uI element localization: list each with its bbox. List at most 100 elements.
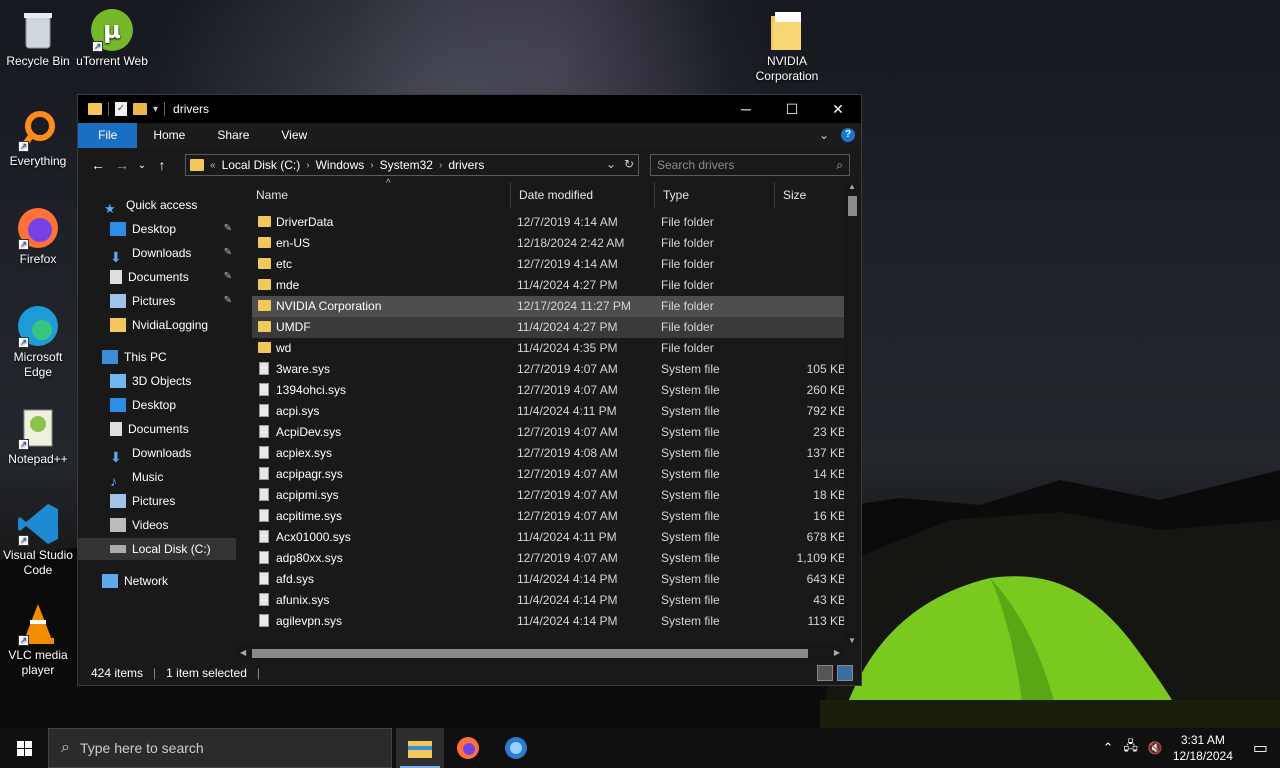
nav-pc-documents[interactable]: Documents [78,418,236,440]
column-header-type[interactable]: Type [655,182,775,208]
tab-file[interactable]: File [78,123,138,148]
desktop-icon-edge[interactable]: ↗ Microsoft Edge [0,304,76,380]
nav-pc-desktop[interactable]: Desktop [78,394,236,416]
address-dropdown-icon[interactable]: ⌄ [606,157,616,171]
table-row[interactable]: acpi.sys 11/4/2024 4:11 PM System file 792 … [252,401,846,422]
desktop-icon-recycle-bin[interactable]: Recycle Bin [0,8,76,69]
table-row[interactable]: UMDF 11/4/2024 4:27 PM File folder [252,317,846,338]
properties-icon[interactable]: ✓ [115,102,127,116]
refresh-icon[interactable]: ↻ [624,157,634,171]
table-row[interactable]: agilevpn.sys 11/4/2024 4:14 PM System file… [252,611,846,632]
nav-quick-access[interactable]: ★ Quick access [78,194,236,216]
search-input[interactable]: Search drivers ⌕ [650,154,850,176]
nav-network[interactable]: Network [78,570,236,592]
vertical-scrollbar[interactable]: ▲ ▼ [844,182,861,645]
breadcrumb-drivers[interactable]: drivers [448,158,484,172]
up-button[interactable]: ↑ [150,157,174,173]
table-row[interactable]: NVIDIA Corporation 12/17/2024 11:27 PM Fil… [252,296,846,317]
file-name: Acx01000.sys [276,530,351,544]
table-row[interactable]: etc 12/7/2019 4:14 AM File folder [252,254,846,275]
minimize-button[interactable]: ─ [723,95,769,123]
table-row[interactable]: acpiex.sys 12/7/2019 4:08 AM System file 13… [252,443,846,464]
desktop-icon-nvidia-folder[interactable]: NVIDIA Corporation [749,8,825,84]
network-icon[interactable]: 🖧 [1123,737,1138,759]
table-row[interactable]: 3ware.sys 12/7/2019 4:07 AM System file 105… [252,359,846,380]
column-header-date[interactable]: Date modified [511,182,655,208]
scroll-up-icon[interactable]: ▲ [848,182,856,191]
breadcrumb-separator[interactable]: › [370,160,373,171]
nav-music[interactable]: ♪ Music [78,466,236,489]
address-bar[interactable]: « Local Disk (C:) › Windows › System32 ›… [185,154,639,176]
nav-pictures[interactable]: Pictures ✎ [78,290,236,312]
table-row[interactable]: acpipmi.sys 12/7/2019 4:07 AM System file 1… [252,485,846,506]
table-row[interactable]: afd.sys 11/4/2024 4:14 PM System file 643 K… [252,569,846,590]
nav-this-pc[interactable]: This PC [78,346,236,368]
column-header-size[interactable]: Size [775,182,845,208]
desktop-icon-firefox[interactable]: ↗ Firefox [0,206,76,267]
nav-pc-downloads[interactable]: ⬇ Downloads [78,442,236,465]
nav-nvidialogging[interactable]: NvidiaLogging [78,314,236,336]
close-button[interactable]: ✕ [815,95,861,123]
breadcrumb-overflow[interactable]: « [210,160,216,171]
title-bar[interactable]: ✓ ▾ drivers ─ ☐ ✕ [78,95,861,123]
table-row[interactable]: 1394ohci.sys 12/7/2019 4:07 AM System file… [252,380,846,401]
taskbar-search-box[interactable]: ⌕ Type here to search [48,728,392,768]
new-folder-icon[interactable] [133,103,147,115]
volume-muted-icon[interactable]: 🔇 [1148,741,1163,755]
nav-3d-objects[interactable]: 3D Objects [78,370,236,392]
desktop-icon-utorrent[interactable]: µ ↗ uTorrent Web [74,8,150,69]
table-row[interactable]: en-US 12/18/2024 2:42 AM File folder [252,233,846,254]
breadcrumb-local-disk[interactable]: Local Disk (C:) [222,158,301,172]
breadcrumb-windows[interactable]: Windows [316,158,365,172]
taskbar-edge-beta[interactable] [492,728,540,768]
table-row[interactable]: mde 11/4/2024 4:27 PM File folder [252,275,846,296]
table-row[interactable]: afunix.sys 11/4/2024 4:14 PM System file 43… [252,590,846,611]
recent-locations-button[interactable]: ⌄ [134,160,150,171]
breadcrumb-separator[interactable]: › [439,160,442,171]
scroll-down-icon[interactable]: ▼ [848,636,856,645]
expand-ribbon-icon[interactable]: ⌄ [819,128,829,142]
notifications-icon[interactable]: ▭ [1253,738,1268,758]
breadcrumb-system32[interactable]: System32 [380,158,433,172]
horizontal-scrollbar[interactable]: ◀ ▶ [236,645,844,662]
scrollbar-thumb[interactable] [252,649,808,658]
back-button[interactable]: ← [86,157,110,173]
tab-home[interactable]: Home [137,123,201,148]
table-row[interactable]: AcpiDev.sys 12/7/2019 4:07 AM System file 2… [252,422,846,443]
nav-pc-pictures[interactable]: Pictures [78,490,236,512]
forward-button[interactable]: → [110,157,134,173]
breadcrumb-separator[interactable]: › [306,160,309,171]
scroll-left-icon[interactable]: ◀ [240,648,246,657]
column-header-name[interactable]: Name ^ [248,178,511,208]
nav-documents[interactable]: Documents ✎ [78,266,236,288]
nav-downloads[interactable]: ⬇ Downloads ✎ [78,242,236,265]
customize-toolbar-icon[interactable]: ▾ [153,104,158,115]
start-button[interactable] [0,728,48,768]
table-row[interactable]: Acx01000.sys 11/4/2024 4:11 PM System file… [252,527,846,548]
table-row[interactable]: DriverData 12/7/2019 4:14 AM File folder [252,212,846,233]
table-row[interactable]: adp80xx.sys 12/7/2019 4:07 AM System file 1… [252,548,846,569]
desktop-icon-everything[interactable]: ↗ Everything [0,108,76,169]
taskbar-firefox[interactable] [444,728,492,768]
scroll-right-icon[interactable]: ▶ [834,648,840,657]
maximize-button[interactable]: ☐ [769,95,815,123]
scrollbar-thumb[interactable] [848,196,857,216]
details-view-button[interactable] [817,665,833,681]
large-icons-view-button[interactable] [837,665,853,681]
show-hidden-icons-button[interactable]: ⌃ [1102,740,1113,756]
taskbar-file-explorer[interactable] [396,728,444,768]
table-row[interactable]: acpipagr.sys 12/7/2019 4:07 AM System file… [252,464,846,485]
nav-videos[interactable]: Videos [78,514,236,536]
tab-view[interactable]: View [265,123,323,148]
help-icon[interactable]: ? [841,128,855,142]
nav-desktop[interactable]: Desktop ✎ [78,218,236,240]
table-row[interactable]: acpitime.sys 12/7/2019 4:07 AM System file… [252,506,846,527]
clock[interactable]: 3:31 AM 12/18/2024 [1173,732,1233,764]
nav-local-disk[interactable]: Local Disk (C:) [78,538,236,560]
desktop-icon-vscode[interactable]: ↗ Visual Studio Code [0,502,76,578]
file-type: System file [661,404,720,418]
tab-share[interactable]: Share [201,123,265,148]
desktop-icon-notepadpp[interactable]: ↗ Notepad++ [0,406,76,467]
table-row[interactable]: wd 11/4/2024 4:35 PM File folder [252,338,846,359]
desktop-icon-vlc[interactable]: ↗ VLC media player [0,602,76,678]
